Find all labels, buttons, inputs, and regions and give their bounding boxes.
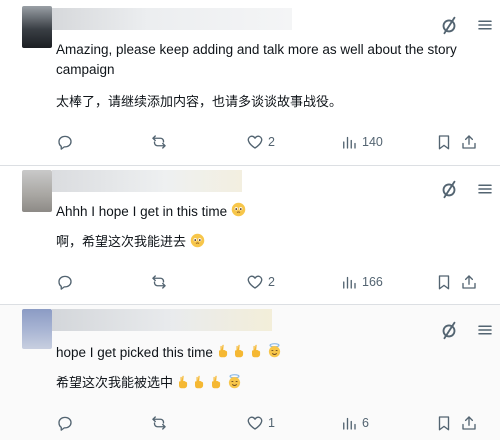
grok-slash-icon[interactable] bbox=[438, 178, 460, 200]
author-name-blurred[interactable] bbox=[52, 8, 292, 30]
hamburger-menu-icon[interactable] bbox=[476, 321, 494, 339]
crossed-fingers-emoji bbox=[250, 343, 263, 363]
view-count: 6 bbox=[362, 416, 369, 430]
views-button[interactable]: 140 bbox=[340, 131, 383, 153]
reply-icon bbox=[58, 275, 72, 290]
pleading-face-emoji bbox=[231, 202, 246, 222]
post-2[interactable]: Ahhh I hope I get in this time 啊，希望这次我能进… bbox=[0, 166, 500, 304]
reply-icon bbox=[58, 416, 72, 431]
crossed-fingers-emoji bbox=[193, 374, 206, 394]
action-bar: 1 6 bbox=[0, 412, 500, 434]
repost-button[interactable] bbox=[150, 412, 168, 434]
share-button[interactable] bbox=[460, 271, 478, 293]
grok-slash-icon[interactable] bbox=[438, 319, 460, 341]
author-name-blurred[interactable] bbox=[52, 309, 272, 331]
analytics-icon bbox=[343, 417, 356, 430]
bookmark-icon bbox=[438, 135, 450, 150]
like-button[interactable]: 2 bbox=[246, 131, 275, 153]
grok-slash-icon[interactable] bbox=[438, 14, 460, 36]
like-count: 2 bbox=[268, 135, 275, 149]
bookmark-button[interactable] bbox=[435, 271, 453, 293]
hamburger-menu-icon[interactable] bbox=[476, 16, 494, 34]
crossed-fingers-emoji bbox=[177, 374, 190, 394]
avatar[interactable] bbox=[22, 170, 52, 212]
post-text: hope I get picked this time bbox=[56, 345, 213, 360]
post-3[interactable]: hope I get picked this time 希望这次我能被选中 1 … bbox=[0, 305, 500, 440]
crossed-fingers-emoji bbox=[210, 374, 223, 394]
halo-face-emoji bbox=[267, 343, 282, 363]
analytics-icon bbox=[343, 136, 356, 149]
repost-button[interactable] bbox=[150, 131, 168, 153]
bookmark-icon bbox=[438, 275, 450, 290]
share-icon bbox=[462, 275, 476, 289]
pleading-face-emoji bbox=[190, 233, 205, 253]
reply-icon bbox=[58, 135, 72, 150]
crossed-fingers-emoji bbox=[233, 343, 246, 363]
views-button[interactable]: 166 bbox=[340, 271, 383, 293]
share-icon bbox=[462, 135, 476, 149]
avatar[interactable] bbox=[22, 309, 52, 349]
post-text: Ahhh I hope I get in this time bbox=[56, 204, 228, 219]
bookmark-button[interactable] bbox=[435, 131, 453, 153]
like-button[interactable]: 2 bbox=[246, 271, 275, 293]
halo-face-emoji bbox=[227, 373, 242, 394]
heart-icon bbox=[247, 135, 263, 149]
post-translation-row: 啊，希望这次我能进去 bbox=[56, 232, 205, 253]
share-button[interactable] bbox=[460, 412, 478, 434]
heart-icon bbox=[247, 416, 263, 430]
post-1[interactable]: Amazing, please keep adding and talk mor… bbox=[0, 0, 500, 170]
repost-button[interactable] bbox=[150, 271, 168, 293]
share-icon bbox=[462, 416, 476, 430]
analytics-icon bbox=[343, 276, 356, 289]
view-count: 166 bbox=[362, 275, 383, 289]
author-name-blurred[interactable] bbox=[52, 170, 242, 192]
like-count: 1 bbox=[268, 416, 275, 430]
share-button[interactable] bbox=[460, 131, 478, 153]
repost-icon bbox=[152, 135, 166, 149]
post-translation: 太棒了，请继续添加内容，也请多谈谈故事战役。 bbox=[56, 94, 343, 109]
like-count: 2 bbox=[268, 275, 275, 289]
action-bar: 2 140 bbox=[0, 131, 500, 153]
repost-icon bbox=[152, 416, 166, 430]
crossed-fingers-emoji bbox=[217, 343, 230, 363]
reply-button[interactable] bbox=[56, 131, 74, 153]
reply-button[interactable] bbox=[56, 271, 74, 293]
post-text: Amazing, please keep adding and talk mor… bbox=[56, 42, 457, 57]
hamburger-menu-icon[interactable] bbox=[476, 180, 494, 198]
reply-button[interactable] bbox=[56, 412, 74, 434]
post-translation-row: 希望这次我能被选中 bbox=[56, 373, 242, 394]
bookmark-button[interactable] bbox=[435, 412, 453, 434]
post-text-row: Ahhh I hope I get in this time bbox=[56, 202, 246, 222]
heart-icon bbox=[247, 275, 263, 289]
post-text-row: hope I get picked this time bbox=[56, 343, 282, 363]
like-button[interactable]: 1 bbox=[246, 412, 275, 434]
post-text-line2: campaign bbox=[56, 62, 115, 77]
avatar[interactable] bbox=[22, 6, 52, 48]
bookmark-icon bbox=[438, 416, 450, 431]
post-translation: 希望这次我能被选中 bbox=[56, 375, 174, 390]
repost-icon bbox=[152, 275, 166, 289]
views-button[interactable]: 6 bbox=[340, 412, 369, 434]
action-bar: 2 166 bbox=[0, 271, 500, 293]
view-count: 140 bbox=[362, 135, 383, 149]
post-translation: 啊，希望这次我能进去 bbox=[56, 234, 187, 249]
